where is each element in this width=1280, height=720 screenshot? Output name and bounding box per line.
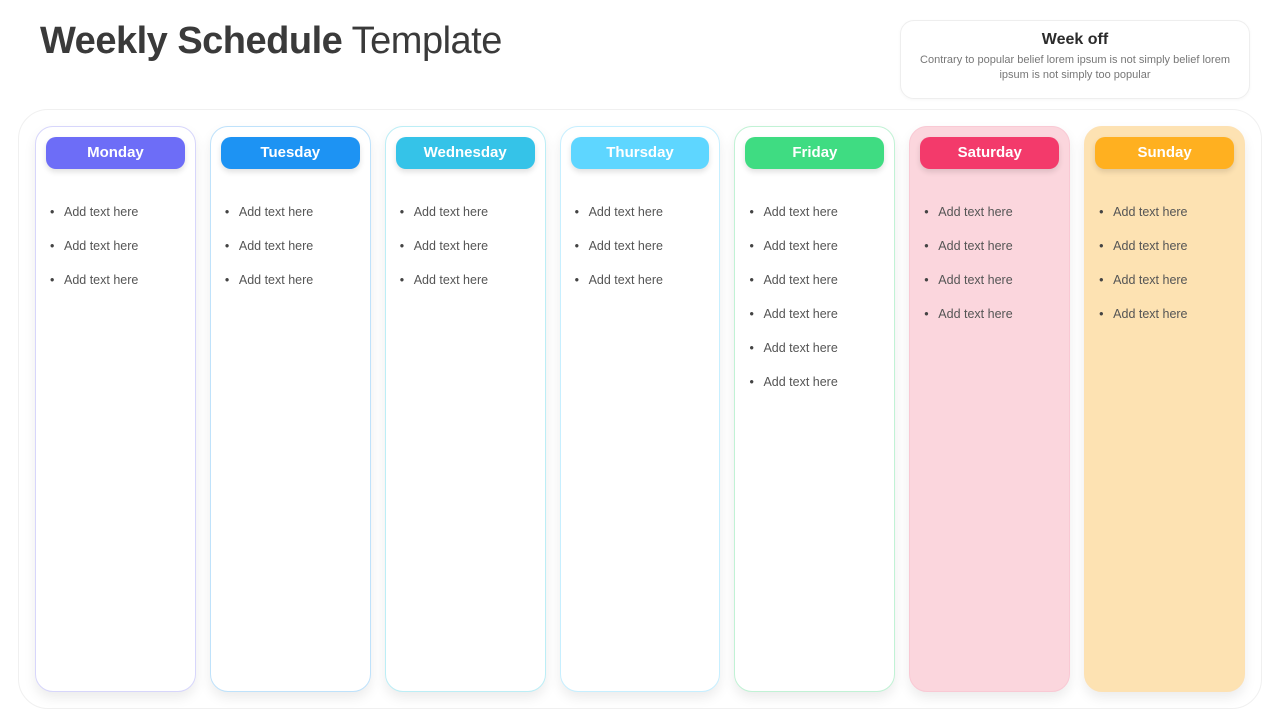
day-header-wednesday: Wednesday [396, 137, 535, 169]
list-item[interactable]: Add text here [575, 273, 706, 287]
item-list-thursday: Add text here Add text here Add text here [571, 205, 710, 307]
list-item[interactable]: Add text here [749, 273, 880, 287]
list-item[interactable]: Add text here [575, 239, 706, 253]
item-list-wednesday: Add text here Add text here Add text here [396, 205, 535, 307]
day-column-thursday[interactable]: ThursdayAdd text hereAdd text hereAdd te… [560, 126, 721, 692]
list-item[interactable]: Add text here [225, 239, 356, 253]
header: Weekly Schedule Template Week off Contra… [0, 0, 1280, 109]
note-body: Contrary to popular belief lorem ipsum i… [915, 53, 1235, 84]
day-column-saturday[interactable]: SaturdayAdd text hereAdd text hereAdd te… [909, 126, 1070, 692]
week-off-note: Week off Contrary to popular belief lore… [900, 20, 1250, 99]
item-list-monday: Add text here Add text here Add text here [46, 205, 185, 307]
day-header-friday: Friday [745, 137, 884, 169]
day-header-monday: Monday [46, 137, 185, 169]
list-item[interactable]: Add text here [749, 205, 880, 219]
list-item[interactable]: Add text here [1099, 239, 1230, 253]
list-item[interactable]: Add text here [924, 307, 1055, 321]
title-bold: Weekly Schedule [40, 20, 342, 62]
list-item[interactable]: Add text here [1099, 307, 1230, 321]
list-item[interactable]: Add text here [924, 205, 1055, 219]
list-item[interactable]: Add text here [50, 239, 181, 253]
title-light: Template [342, 20, 502, 62]
list-item[interactable]: Add text here [1099, 205, 1230, 219]
list-item[interactable]: Add text here [749, 341, 880, 355]
page-title: Weekly Schedule Template [40, 20, 502, 63]
board-container: MondayAdd text hereAdd text hereAdd text… [18, 109, 1262, 709]
list-item[interactable]: Add text here [400, 205, 531, 219]
list-item[interactable]: Add text here [400, 273, 531, 287]
item-list-saturday: Add text here Add text here Add text here A… [920, 205, 1059, 341]
day-header-tuesday: Tuesday [221, 137, 360, 169]
list-item[interactable]: Add text here [400, 239, 531, 253]
day-column-friday[interactable]: FridayAdd text hereAdd text hereAdd text… [734, 126, 895, 692]
list-item[interactable]: Add text here [225, 273, 356, 287]
item-list-tuesday: Add text here Add text here Add text here [221, 205, 360, 307]
list-item[interactable]: Add text here [924, 239, 1055, 253]
day-column-tuesday[interactable]: TuesdayAdd text hereAdd text hereAdd tex… [210, 126, 371, 692]
list-item[interactable]: Add text here [924, 273, 1055, 287]
list-item[interactable]: Add text here [225, 205, 356, 219]
list-item[interactable]: Add text here [1099, 273, 1230, 287]
day-column-wednesday[interactable]: WednesdayAdd text hereAdd text hereAdd t… [385, 126, 546, 692]
day-header-sunday: Sunday [1095, 137, 1234, 169]
list-item[interactable]: Add text here [749, 239, 880, 253]
item-list-sunday: Add text here Add text here Add text here A… [1095, 205, 1234, 341]
weekly-board: MondayAdd text hereAdd text hereAdd text… [35, 126, 1245, 692]
list-item[interactable]: Add text here [50, 205, 181, 219]
day-header-saturday: Saturday [920, 137, 1059, 169]
day-header-thursday: Thursday [571, 137, 710, 169]
item-list-friday: Add text here Add text here Add text here A… [745, 205, 884, 409]
list-item[interactable]: Add text here [575, 205, 706, 219]
day-column-sunday[interactable]: SundayAdd text hereAdd text hereAdd text… [1084, 126, 1245, 692]
note-title: Week off [915, 31, 1235, 49]
list-item[interactable]: Add text here [749, 307, 880, 321]
list-item[interactable]: Add text here [749, 375, 880, 389]
day-column-monday[interactable]: MondayAdd text hereAdd text hereAdd text… [35, 126, 196, 692]
list-item[interactable]: Add text here [50, 273, 181, 287]
